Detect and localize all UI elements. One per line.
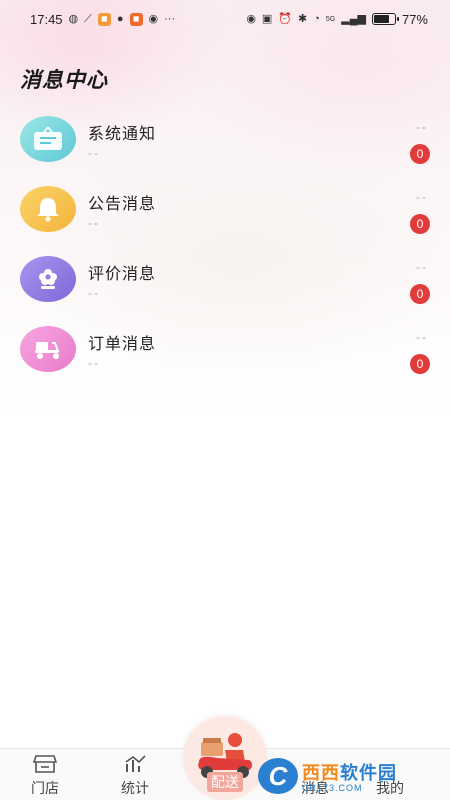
nav-label-stats: 统计 (121, 780, 149, 796)
watermark-c-icon: C (258, 758, 298, 794)
message-preview: -- (88, 286, 100, 300)
message-item-order[interactable]: 订单消息 -- -- 0 (0, 320, 450, 390)
unread-badge: 0 (410, 354, 430, 374)
status-right: ◉ ▣ ⏰ ✱ ◔ 5G ▂▄▆ 77% (246, 12, 428, 27)
store-icon (33, 753, 57, 775)
watermark-main-1: 西西 (302, 763, 340, 783)
battery-icon (371, 13, 399, 25)
message-item-system[interactable]: 系统通知 -- -- 0 (0, 110, 450, 180)
eye-icon: ◉ (246, 12, 256, 25)
watermark-logo: C 西西软件园 CR173.COM (258, 756, 438, 796)
watermark-main-2: 软件园 (340, 763, 397, 783)
nav-label-store: 门店 (31, 780, 59, 796)
message-preview: -- (88, 146, 100, 160)
message-time: -- (416, 120, 428, 134)
wechat-icon: ◍ (68, 12, 79, 25)
unread-badge: 0 (410, 144, 430, 164)
nfc-icon: ▣ (261, 12, 273, 25)
nav-item-store[interactable]: 门店 (10, 753, 80, 799)
signal-icon: ▂▄▆ (341, 12, 366, 25)
message-time: -- (416, 190, 428, 204)
watermark-sub: CR173.COM (302, 783, 363, 793)
message-title: 公告消息 (88, 196, 157, 213)
stats-icon (123, 753, 147, 775)
nav-item-stats[interactable]: 统计 (100, 753, 170, 799)
battery-percent: 77% (401, 11, 428, 27)
watermark-text: 西西软件园 CR173.COM (302, 759, 397, 793)
chat-icon: ● (116, 12, 124, 25)
flower-icon (20, 256, 76, 302)
message-preview: -- (88, 356, 100, 370)
message-icon: ◉ (148, 12, 159, 25)
status-bar: 17:45 ◍ ⟋ ◼ ● ◼ ◉ ··· ◉ ▣ ⏰ ✱ ◔ 5G ▂▄▆ 7… (0, 0, 450, 38)
status-left: 17:45 ◍ ⟋ ◼ ● ◼ ◉ ··· (30, 12, 175, 27)
bell-icon (20, 186, 76, 232)
alarm-icon: ⏰ (278, 12, 293, 25)
message-time: -- (416, 330, 428, 344)
message-title: 系统通知 (88, 126, 157, 143)
app-icon: ◼ (97, 12, 111, 26)
message-preview: -- (88, 216, 100, 230)
watermark-main: 西西软件园 (302, 759, 397, 785)
network-label: 5G (325, 15, 336, 23)
battery-fill (373, 15, 390, 23)
link-icon: ⟋ (84, 12, 92, 25)
app-icon-2: ◼ (129, 12, 143, 26)
mute-icon: ◔ (313, 12, 320, 25)
message-time: -- (416, 260, 428, 274)
unread-badge: 0 (410, 214, 430, 234)
bluetooth-icon: ✱ (298, 12, 308, 25)
nav-label-delivery: 配送 (207, 772, 243, 792)
message-item-announcement[interactable]: 公告消息 -- -- 0 (0, 180, 450, 250)
more-icon: ··· (164, 12, 176, 25)
page-title: 消息中心 (20, 69, 108, 92)
message-title: 评价消息 (88, 266, 157, 283)
scooter-icon (20, 326, 76, 372)
status-time: 17:45 (30, 11, 63, 27)
message-list: 系统通知 -- -- 0 公告消息 -- -- 0 评价消息 -- -- 0 订… (0, 110, 450, 390)
unread-badge: 0 (410, 284, 430, 304)
message-item-review[interactable]: 评价消息 -- -- 0 (0, 250, 450, 320)
message-title: 订单消息 (88, 336, 157, 353)
notice-board-icon (20, 116, 76, 162)
